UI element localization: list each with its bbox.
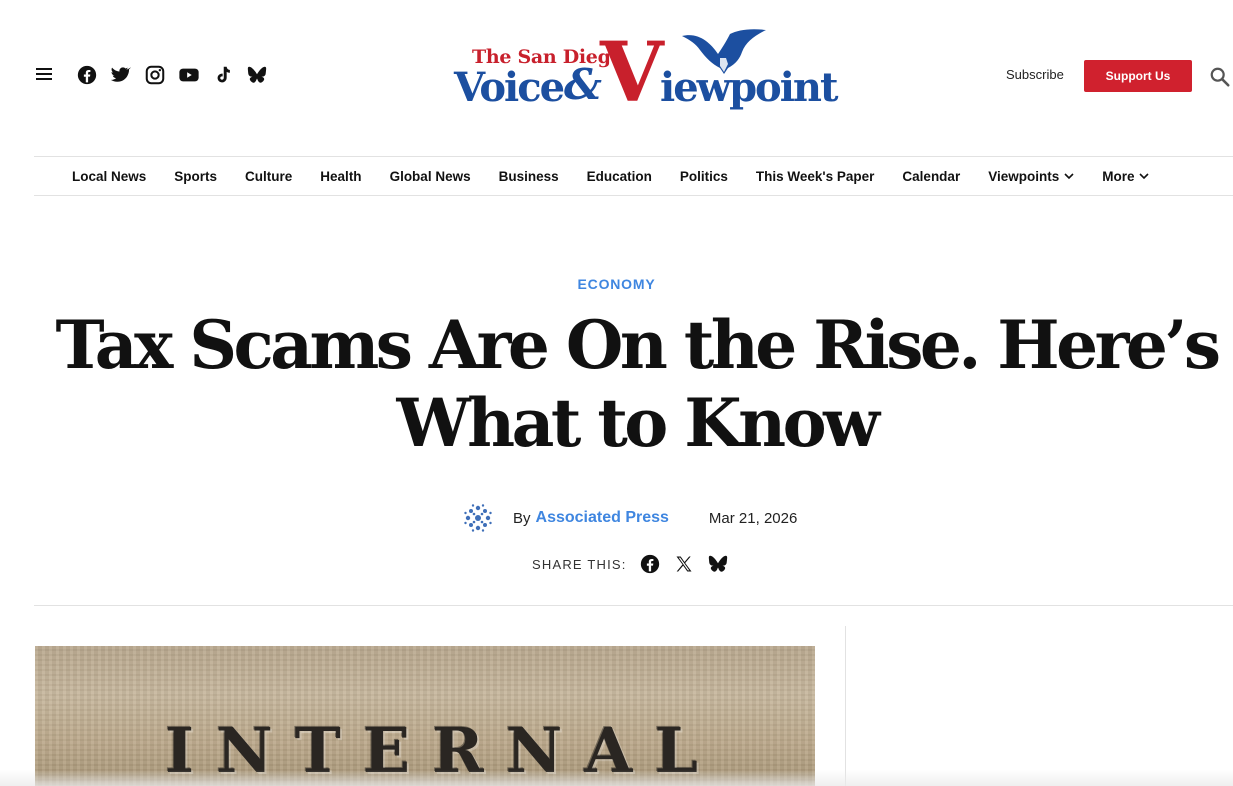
hamburger-menu-icon[interactable] xyxy=(36,68,54,82)
logo-big-v: V xyxy=(600,25,664,121)
bluesky-icon[interactable] xyxy=(246,64,268,86)
scroll-fade xyxy=(0,770,1233,786)
nav-item-label: Sports xyxy=(174,168,218,184)
sidebar-divider xyxy=(845,626,846,786)
article-category[interactable]: ECONOMY xyxy=(0,276,1233,292)
site-logo[interactable]: The San Diego Voice & V iewpoint xyxy=(452,28,862,120)
support-us-button[interactable]: Support Us xyxy=(1084,60,1192,92)
nav-item-label: Global News xyxy=(389,168,471,184)
nav-item-label: Calendar xyxy=(902,168,961,184)
nav-item-label: This Week's Paper xyxy=(755,168,875,184)
subscribe-link[interactable]: Subscribe xyxy=(1006,67,1064,82)
search-icon[interactable] xyxy=(1209,66,1231,88)
nav-item-label: Local News xyxy=(72,168,147,184)
youtube-icon[interactable] xyxy=(178,64,200,86)
chevron-down-icon xyxy=(1139,173,1150,180)
tiktok-icon[interactable] xyxy=(212,64,234,86)
section-divider xyxy=(34,605,1233,606)
nav-item-this-weeks-paper[interactable]: This Week's Paper xyxy=(756,169,875,184)
share-bluesky-icon[interactable] xyxy=(707,553,729,575)
nav-item-calendar[interactable]: Calendar xyxy=(902,169,960,184)
byline-prefix: By xyxy=(513,509,531,527)
nav-item-local-news[interactable]: Local News xyxy=(72,169,146,184)
logo-ampersand: & xyxy=(564,60,602,109)
nav-item-health[interactable]: Health xyxy=(320,169,361,184)
site-header: The San Diego Voice & V iewpoint Subscri… xyxy=(0,0,1233,156)
nav-item-viewpoints[interactable]: Viewpoints xyxy=(988,169,1074,184)
nav-item-more[interactable]: More xyxy=(1102,168,1150,184)
article-byline: By Associated Press Mar 21, 2026 xyxy=(462,502,797,534)
nav-item-label: More xyxy=(1102,168,1135,184)
author-avatar-icon xyxy=(464,504,492,532)
nav-item-global-news[interactable]: Global News xyxy=(390,169,471,184)
article-hero-image: INTERNAL xyxy=(35,646,815,786)
author-link[interactable]: Associated Press xyxy=(536,509,669,527)
facebook-icon[interactable] xyxy=(76,64,98,86)
logo-word-voice: Voice xyxy=(454,64,565,111)
chevron-down-icon xyxy=(1064,173,1074,180)
logo-word-iewpoint: iewpoint xyxy=(660,64,838,111)
twitter-icon[interactable] xyxy=(110,64,132,86)
share-facebook-icon[interactable] xyxy=(639,553,661,575)
nav-item-label: Education xyxy=(586,168,652,184)
nav-item-label: Health xyxy=(320,168,362,184)
share-bar: SHARE THIS: xyxy=(532,552,741,576)
nav-item-label: Viewpoints xyxy=(988,168,1060,184)
instagram-icon[interactable] xyxy=(144,64,166,86)
nav-item-sports[interactable]: Sports xyxy=(174,169,217,184)
nav-item-label: Business xyxy=(498,168,559,184)
nav-item-politics[interactable]: Politics xyxy=(680,169,728,184)
nav-item-label: Culture xyxy=(245,168,293,184)
share-x-icon[interactable] xyxy=(673,553,695,575)
nav-item-culture[interactable]: Culture xyxy=(245,169,292,184)
social-links xyxy=(76,64,268,86)
nav-item-business[interactable]: Business xyxy=(499,169,559,184)
publish-date: Mar 21, 2026 xyxy=(708,509,798,527)
main-navigation: Local News Sports Culture Health Global … xyxy=(34,156,1233,196)
nav-item-education[interactable]: Education xyxy=(587,169,652,184)
nav-item-label: Politics xyxy=(679,168,728,184)
article-headline: Tax Scams Are On the Rise. Here’s What t… xyxy=(55,306,1221,462)
share-label: SHARE THIS: xyxy=(532,556,627,572)
